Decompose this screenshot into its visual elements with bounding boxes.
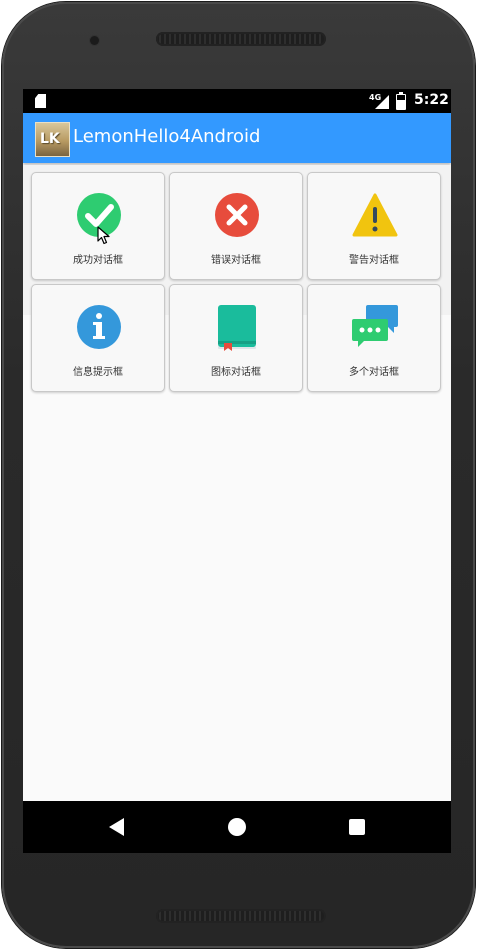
sd-card-icon: [35, 94, 46, 108]
recents-icon[interactable]: [349, 819, 365, 835]
info-dialog-button[interactable]: 信息提示框: [31, 284, 165, 392]
back-icon[interactable]: [109, 818, 124, 836]
status-bar: 4G 5:22: [23, 89, 451, 113]
book-icon: [218, 305, 256, 351]
error-dialog-label: 错误对话框: [211, 255, 261, 266]
warning-triangle-icon: [352, 193, 398, 237]
front-camera: [90, 36, 99, 45]
mouse-cursor-icon: [97, 226, 110, 245]
app-logo-text: LK: [40, 131, 60, 147]
navigation-bar: [23, 801, 451, 853]
success-dialog-label: 成功对话框: [73, 255, 123, 266]
device-screen: 4G 5:22 LK LemonHello4Android 成功对话框 错误对话…: [23, 89, 451, 853]
app-bar: LK LemonHello4Android: [23, 113, 451, 163]
battery-icon: [396, 92, 406, 110]
app-logo: LK: [35, 122, 70, 157]
multiple-dialog-label: 多个对话框: [349, 367, 399, 378]
info-dialog-label: 信息提示框: [73, 367, 123, 378]
top-speaker-grille: [156, 32, 326, 46]
home-icon[interactable]: [228, 818, 246, 836]
warning-dialog-button[interactable]: 警告对话框: [307, 172, 441, 280]
multiple-dialog-button[interactable]: 多个对话框: [307, 284, 441, 392]
app-title: LemonHello4Android: [73, 126, 261, 147]
error-x-icon: [215, 193, 259, 237]
info-icon: [77, 305, 121, 349]
chat-bubbles-icon: [352, 305, 398, 347]
icon-dialog-label: 图标对话框: [211, 367, 261, 378]
error-dialog-button[interactable]: 错误对话框: [169, 172, 303, 280]
bottom-speaker-grille: [156, 909, 326, 923]
signal-icon: [375, 95, 389, 109]
warning-dialog-label: 警告对话框: [349, 255, 399, 266]
icon-dialog-button[interactable]: 图标对话框: [169, 284, 303, 392]
status-time: 5:22: [414, 92, 449, 108]
